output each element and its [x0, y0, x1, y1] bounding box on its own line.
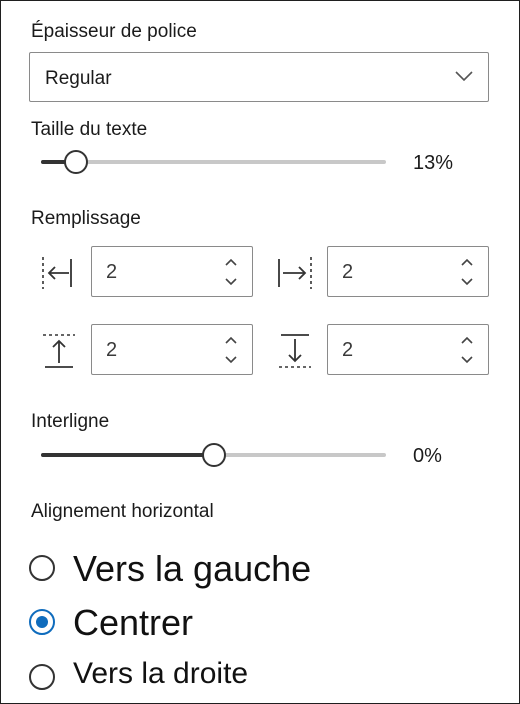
alignment-label: Alignement horizontal	[31, 501, 214, 522]
line-spacing-slider[interactable]	[41, 441, 386, 469]
font-weight-dropdown[interactable]: Regular	[29, 52, 489, 102]
text-size-value: 13%	[413, 152, 454, 174]
slider-track	[41, 160, 386, 164]
radio-circle[interactable]	[29, 609, 55, 635]
spin-arrows-icon[interactable]	[460, 257, 474, 287]
padding-right-spinner[interactable]: 2	[327, 246, 489, 297]
font-weight-label: Épaisseur de police	[31, 21, 197, 42]
padding-left-value: 2	[106, 261, 118, 283]
padding-right-value: 2	[342, 261, 354, 283]
radio-label: Centrer	[73, 602, 194, 643]
slider-thumb[interactable]	[202, 443, 226, 467]
padding-left-icon	[42, 257, 72, 289]
spin-arrows-icon[interactable]	[224, 257, 238, 287]
text-format-panel: Épaisseur de police Regular Taille du te…	[0, 0, 520, 704]
padding-top-value: 2	[106, 339, 118, 361]
radio-circle[interactable]	[29, 555, 55, 581]
chevron-down-icon	[455, 71, 473, 82]
padding-right-icon	[278, 257, 312, 289]
slider-thumb[interactable]	[64, 150, 88, 174]
padding-label: Remplissage	[31, 208, 141, 229]
padding-left-spinner[interactable]: 2	[91, 246, 253, 297]
padding-bottom-value: 2	[342, 339, 354, 361]
spin-arrows-icon[interactable]	[224, 335, 238, 365]
padding-top-icon	[43, 334, 75, 368]
line-spacing-value: 0%	[413, 445, 442, 467]
font-weight-value: Regular	[45, 68, 112, 89]
padding-bottom-spinner[interactable]: 2	[327, 324, 489, 375]
radio-label: Vers la droite	[73, 657, 249, 690]
radio-circle[interactable]	[29, 664, 55, 690]
text-size-slider[interactable]	[41, 148, 386, 176]
radio-label: Vers la gauche	[73, 548, 312, 589]
line-spacing-label: Interligne	[31, 411, 110, 432]
slider-fill	[41, 453, 214, 457]
spin-arrows-icon[interactable]	[460, 335, 474, 365]
text-size-label: Taille du texte	[31, 119, 148, 140]
padding-bottom-icon	[279, 334, 311, 368]
padding-top-spinner[interactable]: 2	[91, 324, 253, 375]
